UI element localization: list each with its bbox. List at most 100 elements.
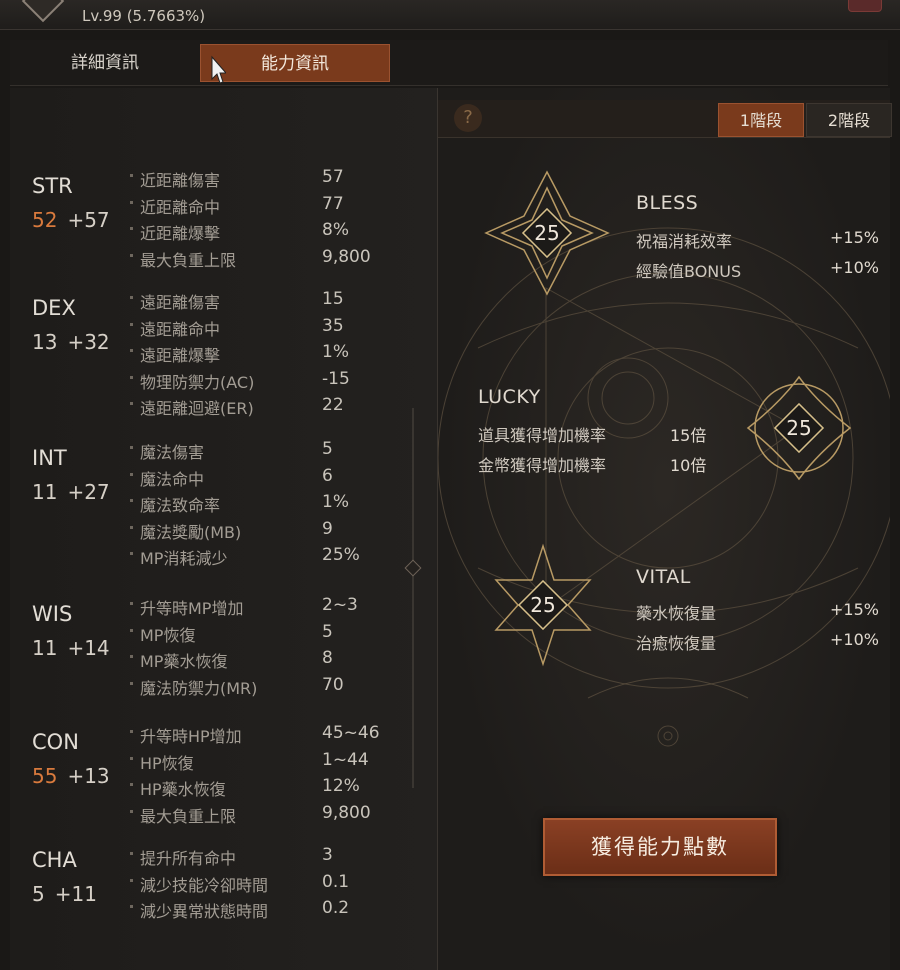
stat-values: 55 +13 [32, 764, 110, 788]
row-value: 15 [322, 289, 344, 309]
row-label: MP藥水恢復 [140, 652, 228, 671]
vital-row-label: 治癒恢復量 [636, 634, 717, 653]
bless-points: 25 [534, 221, 560, 245]
ability-panel: ? 1階段 2階段 25 BLESS 祝福消耗效率 +15% 經驗值BONUS … [438, 88, 892, 970]
row-value: 1% [322, 342, 349, 362]
row-label: HP恢復 [140, 753, 194, 773]
vital-title: VITAL [636, 566, 691, 588]
help-icon[interactable]: ? [454, 104, 482, 132]
bless-row-value: +10% [830, 258, 879, 277]
scrollbar[interactable] [412, 408, 414, 788]
bless-row-value: +15% [830, 228, 879, 247]
row-label: 提升所有命中 [140, 849, 237, 868]
stat-values: 52 +57 [32, 208, 110, 232]
row-label: 遠距離迴避(ER) [140, 399, 254, 418]
close-button[interactable] [848, 0, 882, 12]
list-item: 近距離爆擊 8% [130, 217, 410, 244]
stat-values: 11 +14 [32, 636, 110, 660]
stat-bonus: +32 [67, 330, 110, 354]
stat-name: WIS [32, 602, 73, 626]
tab-ability-info[interactable]: 能力資訊 [200, 44, 390, 82]
lucky-emblem[interactable]: 25 [734, 363, 864, 493]
bless-emblem[interactable]: 25 [482, 168, 612, 298]
lucky-row-label: 金幣獲得增加機率 [478, 456, 607, 475]
gain-ability-points-button[interactable]: 獲得能力點數 [543, 818, 777, 876]
row-value: 3 [322, 845, 333, 865]
row-label: 最大負重上限 [140, 250, 237, 270]
row-value: 57 [322, 167, 344, 187]
vital-row-value: +15% [830, 600, 879, 619]
list-item: 魔法獎勵(MB) 9 [130, 516, 410, 543]
row-label: 近距離命中 [140, 197, 221, 217]
row-value: 12% [322, 776, 360, 796]
bless-row-label: 祝福消耗效率 [636, 232, 733, 251]
list-item: MP消耗減少 25% [130, 542, 410, 569]
stat-name: CON [32, 730, 79, 754]
row-label: 魔法防禦力(MR) [140, 678, 258, 698]
row-value: 25% [322, 545, 360, 565]
stat-name: STR [32, 174, 73, 198]
list-item: MP恢復 5 [130, 619, 410, 646]
list-item: 升等時HP增加 45~46 [130, 720, 410, 747]
row-label: 升等時HP增加 [140, 727, 242, 746]
list-item: MP藥水恢復 8 [130, 645, 410, 672]
row-label: HP藥水恢復 [140, 780, 226, 799]
list-item: 魔法致命率 1% [130, 489, 410, 516]
row-value: 1~44 [322, 749, 369, 770]
row-label: 遠距離傷害 [140, 293, 221, 312]
list-item: HP藥水恢復 12% [130, 773, 410, 800]
lucky-points: 25 [786, 416, 812, 440]
list-item: 遠距離爆擊 1% [130, 339, 410, 366]
stat-panel: STR 52 +57 近距離傷害 57 近距離命中 77 近距離爆擊 8% 最大負重上限… [10, 88, 438, 970]
stat-values: 13 +32 [32, 330, 110, 354]
row-label: 物理防禦力(AC) [140, 372, 255, 392]
row-label: 魔法致命率 [140, 496, 221, 515]
stat-base: 52 [32, 208, 58, 232]
class-emblem-icon [21, 0, 65, 23]
vital-emblem[interactable]: 25 [478, 540, 608, 670]
row-label: MP消耗減少 [140, 549, 228, 568]
vital-row-label: 藥水恢復量 [636, 604, 717, 623]
bless-title: BLESS [636, 192, 699, 214]
list-item: 近距離命中 77 [130, 191, 410, 218]
row-value: 5 [322, 439, 333, 459]
row-label: 升等時MP增加 [140, 599, 244, 618]
tab-detail-info[interactable]: 詳細資訊 [10, 44, 200, 82]
row-value: 5 [322, 621, 333, 642]
row-value: 77 [322, 193, 344, 214]
stat-base: 11 [32, 636, 58, 660]
row-value: 35 [322, 315, 344, 336]
row-label: 最大負重上限 [140, 806, 237, 826]
list-item: 近距離傷害 57 [130, 164, 410, 191]
row-label: 近距離傷害 [140, 171, 221, 190]
stat-base: 13 [32, 330, 58, 354]
title-bar: Lv.99 (5.7663%) [0, 0, 900, 30]
list-item: 魔法防禦力(MR) 70 [130, 672, 410, 699]
list-item: 最大負重上限 9,800 [130, 800, 410, 827]
row-value: 0.1 [322, 871, 350, 892]
list-item: 遠距離命中 35 [130, 313, 410, 340]
stat-values: 11 +27 [32, 480, 110, 504]
list-item: 升等時MP增加 2~3 [130, 592, 410, 619]
row-value: 2~3 [322, 595, 358, 615]
list-item: 物理防禦力(AC) -15 [130, 366, 410, 393]
row-label: 近距離爆擊 [140, 224, 221, 243]
mouse-cursor-icon [210, 55, 228, 85]
stat-bonus: +57 [67, 208, 110, 232]
stat-bonus: +27 [67, 480, 110, 504]
row-label: 魔法命中 [140, 469, 205, 489]
list-item: 最大負重上限 9,800 [130, 244, 410, 271]
stat-name: CHA [32, 848, 77, 872]
row-value: 70 [322, 674, 344, 695]
row-label: 魔法傷害 [140, 443, 205, 462]
stat-bonus: +13 [67, 764, 110, 788]
tab-stage-2[interactable]: 2階段 [806, 103, 892, 137]
tab-bar: 詳細資訊 能力資訊 [10, 40, 888, 86]
list-item: 遠距離迴避(ER) 22 [130, 392, 410, 419]
row-value: 9,800 [322, 246, 371, 267]
tab-stage-1[interactable]: 1階段 [718, 103, 804, 137]
lucky-row-value: 10倍 [670, 456, 707, 475]
stat-values: 5 +11 [32, 882, 97, 906]
row-label: MP恢復 [140, 625, 196, 645]
row-value: 8 [322, 648, 333, 668]
